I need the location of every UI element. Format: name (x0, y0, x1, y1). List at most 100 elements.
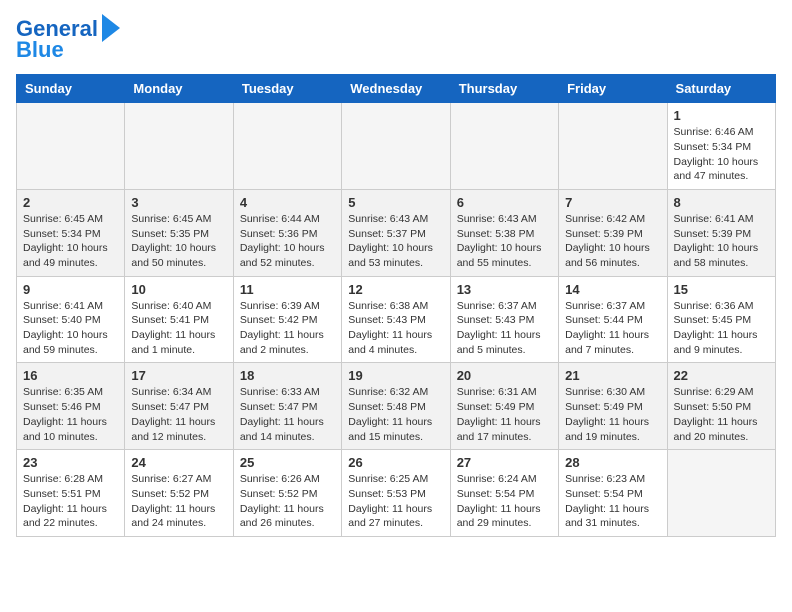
calendar-cell: 23 Sunrise: 6:28 AMSunset: 5:51 PMDayligh… (17, 450, 125, 537)
day-info: Sunrise: 6:23 AMSunset: 5:54 PMDaylight:… (565, 472, 660, 531)
calendar: SundayMondayTuesdayWednesdayThursdayFrid… (16, 74, 776, 537)
calendar-cell: 4 Sunrise: 6:44 AMSunset: 5:36 PMDaylight… (233, 189, 341, 276)
calendar-cell: 22 Sunrise: 6:29 AMSunset: 5:50 PMDayligh… (667, 363, 775, 450)
day-number: 20 (457, 368, 552, 383)
calendar-week-row: 9 Sunrise: 6:41 AMSunset: 5:40 PMDaylight… (17, 276, 776, 363)
day-number: 15 (674, 282, 769, 297)
calendar-cell: 25 Sunrise: 6:26 AMSunset: 5:52 PMDayligh… (233, 450, 341, 537)
day-number: 14 (565, 282, 660, 297)
day-info: Sunrise: 6:37 AMSunset: 5:43 PMDaylight:… (457, 299, 552, 358)
day-number: 28 (565, 455, 660, 470)
logo-arrow-icon (102, 14, 120, 42)
day-info: Sunrise: 6:42 AMSunset: 5:39 PMDaylight:… (565, 212, 660, 271)
logo: General Blue (16, 16, 120, 62)
day-info: Sunrise: 6:33 AMSunset: 5:47 PMDaylight:… (240, 385, 335, 444)
day-info: Sunrise: 6:44 AMSunset: 5:36 PMDaylight:… (240, 212, 335, 271)
day-number: 11 (240, 282, 335, 297)
weekday-header-cell: Saturday (667, 75, 775, 103)
calendar-cell: 27 Sunrise: 6:24 AMSunset: 5:54 PMDayligh… (450, 450, 558, 537)
day-info: Sunrise: 6:43 AMSunset: 5:38 PMDaylight:… (457, 212, 552, 271)
weekday-header-cell: Tuesday (233, 75, 341, 103)
calendar-cell (559, 103, 667, 190)
day-number: 23 (23, 455, 118, 470)
calendar-cell: 7 Sunrise: 6:42 AMSunset: 5:39 PMDaylight… (559, 189, 667, 276)
day-info: Sunrise: 6:26 AMSunset: 5:52 PMDaylight:… (240, 472, 335, 531)
day-number: 12 (348, 282, 443, 297)
calendar-cell (233, 103, 341, 190)
day-number: 25 (240, 455, 335, 470)
day-number: 5 (348, 195, 443, 210)
calendar-cell: 16 Sunrise: 6:35 AMSunset: 5:46 PMDayligh… (17, 363, 125, 450)
calendar-cell: 11 Sunrise: 6:39 AMSunset: 5:42 PMDayligh… (233, 276, 341, 363)
day-number: 1 (674, 108, 769, 123)
day-info: Sunrise: 6:38 AMSunset: 5:43 PMDaylight:… (348, 299, 443, 358)
calendar-week-row: 1Sunrise: 6:46 AMSunset: 5:34 PMDaylight… (17, 103, 776, 190)
day-info: Sunrise: 6:31 AMSunset: 5:49 PMDaylight:… (457, 385, 552, 444)
day-info: Sunrise: 6:27 AMSunset: 5:52 PMDaylight:… (131, 472, 226, 531)
calendar-week-row: 2 Sunrise: 6:45 AMSunset: 5:34 PMDaylight… (17, 189, 776, 276)
day-number: 6 (457, 195, 552, 210)
day-number: 22 (674, 368, 769, 383)
calendar-cell: 26 Sunrise: 6:25 AMSunset: 5:53 PMDayligh… (342, 450, 450, 537)
weekday-header-cell: Friday (559, 75, 667, 103)
calendar-cell (125, 103, 233, 190)
calendar-cell: 24 Sunrise: 6:27 AMSunset: 5:52 PMDayligh… (125, 450, 233, 537)
day-info: Sunrise: 6:36 AMSunset: 5:45 PMDaylight:… (674, 299, 769, 358)
day-number: 2 (23, 195, 118, 210)
day-info: Sunrise: 6:43 AMSunset: 5:37 PMDaylight:… (348, 212, 443, 271)
day-info: Sunrise: 6:45 AMSunset: 5:34 PMDaylight:… (23, 212, 118, 271)
calendar-cell: 12 Sunrise: 6:38 AMSunset: 5:43 PMDayligh… (342, 276, 450, 363)
calendar-cell: 20 Sunrise: 6:31 AMSunset: 5:49 PMDayligh… (450, 363, 558, 450)
calendar-cell (342, 103, 450, 190)
calendar-cell: 14 Sunrise: 6:37 AMSunset: 5:44 PMDayligh… (559, 276, 667, 363)
day-number: 8 (674, 195, 769, 210)
day-number: 26 (348, 455, 443, 470)
day-info: Sunrise: 6:34 AMSunset: 5:47 PMDaylight:… (131, 385, 226, 444)
day-number: 21 (565, 368, 660, 383)
day-info: Sunrise: 6:37 AMSunset: 5:44 PMDaylight:… (565, 299, 660, 358)
day-info: Sunrise: 6:35 AMSunset: 5:46 PMDaylight:… (23, 385, 118, 444)
day-number: 9 (23, 282, 118, 297)
calendar-cell: 28 Sunrise: 6:23 AMSunset: 5:54 PMDayligh… (559, 450, 667, 537)
day-number: 18 (240, 368, 335, 383)
calendar-cell: 3 Sunrise: 6:45 AMSunset: 5:35 PMDaylight… (125, 189, 233, 276)
day-number: 19 (348, 368, 443, 383)
day-number: 24 (131, 455, 226, 470)
day-info: Sunrise: 6:29 AMSunset: 5:50 PMDaylight:… (674, 385, 769, 444)
day-info: Sunrise: 6:25 AMSunset: 5:53 PMDaylight:… (348, 472, 443, 531)
day-number: 17 (131, 368, 226, 383)
calendar-cell: 19Sunrise: 6:32 AMSunset: 5:48 PMDayligh… (342, 363, 450, 450)
calendar-cell: 10Sunrise: 6:40 AMSunset: 5:41 PMDayligh… (125, 276, 233, 363)
calendar-cell: 21 Sunrise: 6:30 AMSunset: 5:49 PMDayligh… (559, 363, 667, 450)
day-number: 4 (240, 195, 335, 210)
day-info: Sunrise: 6:40 AMSunset: 5:41 PMDaylight:… (131, 299, 226, 358)
day-number: 13 (457, 282, 552, 297)
calendar-body: 1Sunrise: 6:46 AMSunset: 5:34 PMDaylight… (17, 103, 776, 537)
weekday-header-cell: Wednesday (342, 75, 450, 103)
weekday-header-cell: Sunday (17, 75, 125, 103)
calendar-cell (450, 103, 558, 190)
calendar-cell: 1Sunrise: 6:46 AMSunset: 5:34 PMDaylight… (667, 103, 775, 190)
day-number: 7 (565, 195, 660, 210)
calendar-cell: 15 Sunrise: 6:36 AMSunset: 5:45 PMDayligh… (667, 276, 775, 363)
weekday-header-cell: Thursday (450, 75, 558, 103)
day-number: 27 (457, 455, 552, 470)
day-info: Sunrise: 6:24 AMSunset: 5:54 PMDaylight:… (457, 472, 552, 531)
day-info: Sunrise: 6:28 AMSunset: 5:51 PMDaylight:… (23, 472, 118, 531)
calendar-cell (667, 450, 775, 537)
day-number: 3 (131, 195, 226, 210)
calendar-cell: 5 Sunrise: 6:43 AMSunset: 5:37 PMDaylight… (342, 189, 450, 276)
day-info: Sunrise: 6:41 AMSunset: 5:40 PMDaylight:… (23, 299, 118, 358)
day-info: Sunrise: 6:30 AMSunset: 5:49 PMDaylight:… (565, 385, 660, 444)
calendar-cell: 18 Sunrise: 6:33 AMSunset: 5:47 PMDayligh… (233, 363, 341, 450)
day-number: 16 (23, 368, 118, 383)
day-info: Sunrise: 6:45 AMSunset: 5:35 PMDaylight:… (131, 212, 226, 271)
calendar-cell: 8 Sunrise: 6:41 AMSunset: 5:39 PMDaylight… (667, 189, 775, 276)
calendar-week-row: 23 Sunrise: 6:28 AMSunset: 5:51 PMDayligh… (17, 450, 776, 537)
day-info: Sunrise: 6:39 AMSunset: 5:42 PMDaylight:… (240, 299, 335, 358)
calendar-cell: 9 Sunrise: 6:41 AMSunset: 5:40 PMDaylight… (17, 276, 125, 363)
calendar-cell (17, 103, 125, 190)
header: General Blue (16, 16, 776, 62)
day-info: Sunrise: 6:41 AMSunset: 5:39 PMDaylight:… (674, 212, 769, 271)
calendar-cell: 2 Sunrise: 6:45 AMSunset: 5:34 PMDaylight… (17, 189, 125, 276)
